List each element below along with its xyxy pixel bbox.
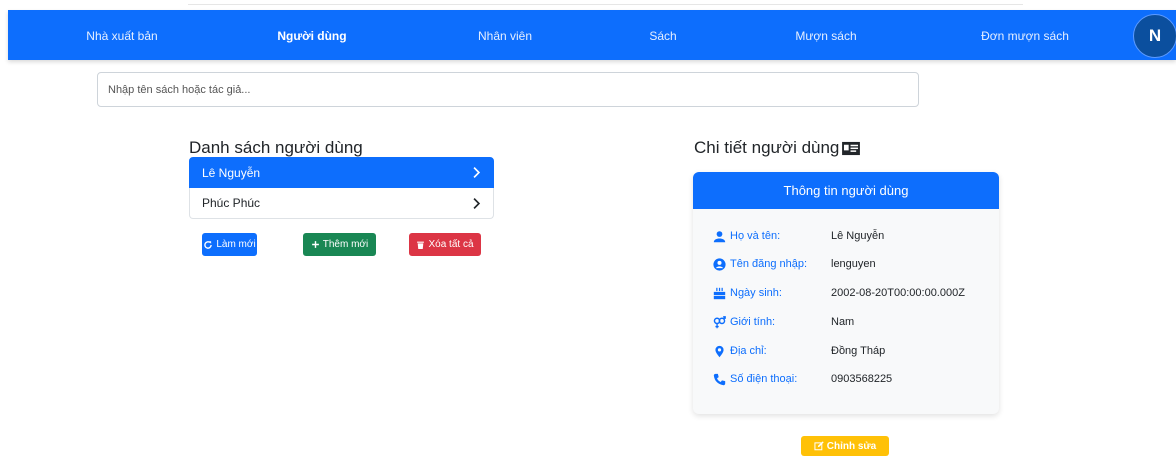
refresh-button[interactable]: Làm mới	[202, 233, 257, 256]
chevron-right-icon	[473, 167, 481, 178]
add-user-button[interactable]: Thêm mới	[303, 233, 376, 256]
edit-icon	[814, 441, 824, 451]
delete-all-label: Xóa tất cả	[428, 239, 474, 250]
top-navbar: Nhà xuất bản Người dùng Nhân viên Sách M…	[8, 10, 1176, 60]
field-label: Số điện thoại:	[730, 373, 798, 385]
nav-item-publishers[interactable]: Nhà xuất bản	[86, 10, 157, 60]
user-list: Lê Nguyễn Phúc Phúc	[189, 157, 494, 219]
id-card-icon	[842, 141, 861, 155]
field-value: Lê Nguyễn	[831, 230, 885, 242]
list-item[interactable]: Lê Nguyễn	[189, 157, 494, 188]
field-value: 0903568225	[831, 373, 893, 385]
field-label: Địa chỉ:	[730, 345, 767, 357]
field-username: Tên đăng nhập: lenguyen	[713, 256, 876, 272]
delete-all-button[interactable]: Xóa tất cả	[409, 233, 481, 256]
user-icon	[713, 230, 726, 242]
field-value: Nam	[831, 316, 855, 328]
field-phone: Số điện thoại: 0903568225	[713, 371, 892, 387]
field-value: Đồng Tháp	[831, 345, 886, 357]
field-label: Họ và tên:	[730, 230, 781, 242]
nav-item-borrow[interactable]: Mượn sách	[795, 10, 856, 60]
field-value: 2002-08-20T00:00:00.000Z	[831, 287, 965, 299]
chevron-right-icon	[473, 197, 481, 209]
field-address: Địa chỉ: Đồng Tháp	[713, 343, 885, 359]
trash-icon	[417, 241, 425, 249]
nav-item-books[interactable]: Sách	[649, 10, 676, 60]
user-list-title: Danh sách người dùng	[189, 138, 363, 157]
field-label: Giới tính:	[730, 316, 776, 328]
plus-icon	[311, 241, 319, 248]
top-divider	[188, 4, 1023, 5]
field-gender: Giới tính: Nam	[713, 314, 854, 330]
card-header: Thông tin người dùng	[693, 172, 999, 209]
refresh-label: Làm mới	[216, 239, 256, 250]
user-circle-icon	[713, 257, 726, 271]
list-item-name: Phúc Phúc	[202, 196, 261, 210]
field-value: lenguyen	[831, 258, 876, 270]
user-avatar[interactable]: N	[1133, 14, 1176, 58]
gender-icon	[713, 315, 726, 328]
field-birthdate: Ngày sinh: 2002-08-20T00:00:00.000Z	[713, 285, 965, 301]
search-input[interactable]	[97, 72, 919, 107]
map-marker-icon	[715, 345, 724, 357]
field-label: Tên đăng nhập:	[730, 258, 808, 270]
field-fullname: Họ và tên: Lê Nguyễn	[713, 228, 884, 244]
list-item[interactable]: Phúc Phúc	[189, 188, 494, 219]
refresh-icon	[204, 240, 213, 249]
list-item-name: Lê Nguyễn	[202, 165, 261, 180]
nav-item-borrow-orders[interactable]: Đơn mượn sách	[981, 10, 1069, 60]
edit-label: Chỉnh sửa	[826, 440, 877, 452]
field-label: Ngày sinh:	[730, 287, 782, 299]
nav-item-users[interactable]: Người dùng	[277, 10, 346, 60]
nav-item-staff[interactable]: Nhân viên	[478, 10, 532, 60]
add-label: Thêm mới	[322, 239, 369, 250]
phone-icon	[713, 373, 726, 385]
user-detail-title: Chi tiết người dùng	[694, 138, 861, 158]
edit-button[interactable]: Chỉnh sửa	[801, 436, 889, 456]
user-detail-card: Thông tin người dùng Họ và tên: Lê Nguyễ…	[693, 172, 999, 414]
user-detail-title-text: Chi tiết người dùng	[694, 138, 840, 157]
birthday-cake-icon	[713, 287, 726, 299]
